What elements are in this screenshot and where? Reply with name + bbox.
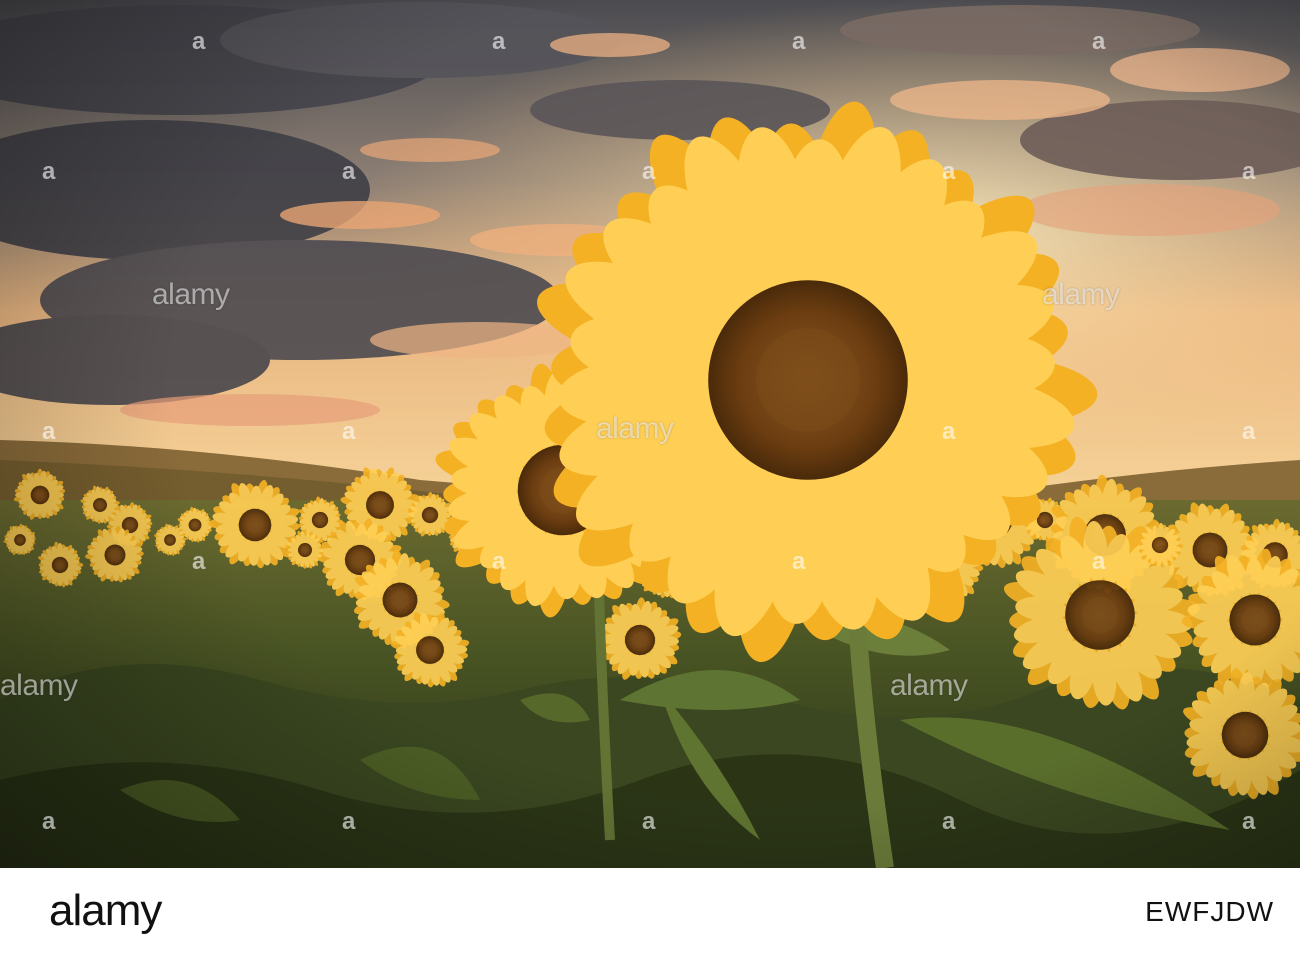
photo: alamy alamy alamy alamy alamy a a a a a …	[0, 0, 1300, 868]
sunflower-field-photo	[0, 0, 1300, 868]
image-id: EWFJDW	[1145, 896, 1274, 927]
footer-bar: alamy EWFJDW	[0, 868, 1300, 957]
footer-logo[interactable]: alamy	[49, 886, 162, 936]
